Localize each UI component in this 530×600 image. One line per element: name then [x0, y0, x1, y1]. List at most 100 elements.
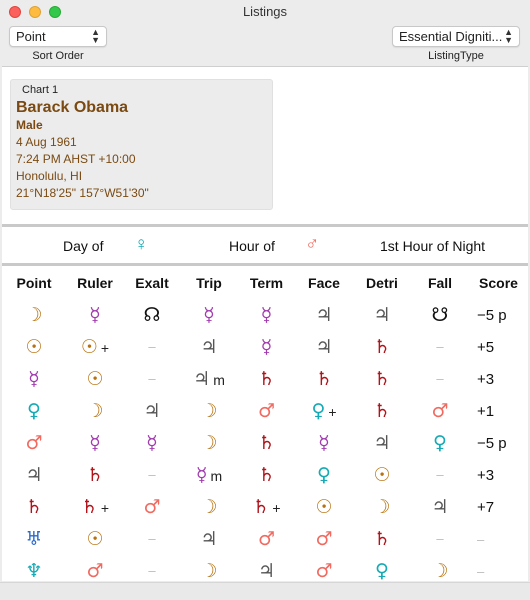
table-cell: ☿ — [180, 299, 238, 331]
table-cell: ♄ — [353, 331, 411, 363]
table-cell: – — [124, 555, 180, 581]
saturn-icon: ♄ — [257, 368, 276, 390]
moon-icon: ☽ — [200, 560, 218, 581]
score-value: +3 — [477, 370, 495, 388]
jupiter-icon: ♃ — [193, 368, 211, 390]
table-row[interactable]: ☽ ☿ ☊ ☿ ☿ ♃ ♃ ☋ −5 p — [2, 299, 528, 331]
table-cell: ♄ + — [66, 491, 124, 523]
venus-icon: ♀ — [27, 400, 41, 422]
table-row[interactable]: ♄ ♄ + ♂ ☽ ♄ + ☉ ☽ ♃ +7 — [2, 491, 528, 523]
jupiter-icon: ♃ — [315, 304, 333, 326]
table-cell: +3 — [469, 459, 528, 491]
window-title: Listings — [242, 4, 288, 19]
column-header[interactable]: Detri — [353, 266, 411, 299]
table-cell: ♄ — [238, 363, 295, 395]
mars-icon: ♂ — [25, 432, 43, 454]
table-cell: – — [124, 331, 180, 363]
table-cell: – — [124, 363, 180, 395]
day-hour-row: Day of ♀ Hour of ♂ 1st Hour of Night — [2, 227, 528, 265]
table-row[interactable]: ♆ ♂ – ☽ ♃ ♂ ♀ ☽ – — [2, 555, 528, 581]
mercury-icon: ☿ — [195, 464, 208, 486]
saturn-icon: ♄ — [257, 432, 276, 454]
table-cell: ♂ — [295, 523, 353, 555]
listing-type-caption: ListingType — [428, 50, 484, 62]
table-cell: ♀ — [295, 459, 353, 491]
moon-icon: ☽ — [200, 496, 218, 518]
column-header[interactable]: Ruler — [66, 266, 124, 299]
jupiter-icon: ♃ — [373, 432, 391, 454]
score-value: +1 — [477, 402, 495, 420]
table-cell: ♄ — [353, 363, 411, 395]
table-cell: ☉ — [353, 459, 411, 491]
table-row[interactable]: ♀ ☽ ♃ ☽ ♂ ♀ + ♄ ♂ +1 — [2, 395, 528, 427]
score-value: – — [477, 531, 485, 547]
empty-dash: – — [436, 531, 444, 546]
score-value: −5 p — [477, 306, 507, 324]
column-header[interactable]: Fall — [411, 266, 469, 299]
table-cell: ♂ — [2, 427, 66, 459]
table-cell: ☉ — [295, 491, 353, 523]
listing-type-value: Essential Digniti... — [399, 29, 503, 44]
mercury-icon: ☿ — [146, 432, 158, 454]
jupiter-icon: ♃ — [200, 528, 218, 550]
mars-icon: ♂ — [315, 560, 333, 581]
chevron-updown-icon: ▲ ▼ — [91, 27, 100, 45]
sun-icon: ☉ — [373, 464, 391, 486]
table-cell: ☉ — [66, 363, 124, 395]
table-cell: ☉ — [2, 331, 66, 363]
table-row[interactable]: ♂ ☿ ☿ ☽ ♄ ☿ ♃ ♀ −5 p — [2, 427, 528, 459]
table-cell: ♃ — [353, 427, 411, 459]
table-cell: +1 — [469, 395, 528, 427]
listings-window: Listings Point ▲ ▼ Sort Order Essential D… — [0, 0, 530, 600]
dignity-marker: m — [213, 372, 225, 388]
column-header[interactable]: Exalt — [124, 266, 180, 299]
empty-dash: – — [148, 531, 156, 546]
empty-dash: – — [148, 339, 156, 354]
table-cell: ☿ — [2, 363, 66, 395]
table-row[interactable]: ☉ ☉ + – ♃ ☿ ♃ ♄ – +5 — [2, 331, 528, 363]
table-cell: ☿ m — [180, 459, 238, 491]
table-cell: ☉ + — [66, 331, 124, 363]
table-cell: ☽ — [2, 299, 66, 331]
table-cell: ♂ — [295, 555, 353, 581]
empty-dash: – — [436, 467, 444, 482]
sun-icon: ☉ — [80, 336, 98, 358]
column-header[interactable]: Point — [2, 266, 66, 299]
table-cell: ☿ — [238, 331, 295, 363]
score-value: −5 p — [477, 434, 507, 452]
empty-dash: – — [436, 371, 444, 386]
table-row[interactable]: ♅ ☉ – ♃ ♂ ♂ ♄ – – — [2, 523, 528, 555]
table-cell: – — [411, 363, 469, 395]
mercury-icon: ☿ — [89, 304, 101, 326]
table-cell: ☋ — [411, 299, 469, 331]
jupiter-icon: ♃ — [143, 400, 161, 422]
score-value: +5 — [477, 338, 495, 356]
chart-info-card: Chart 1 Barack Obama Male 4 Aug 1961 7:2… — [10, 79, 273, 210]
empty-dash: – — [436, 339, 444, 354]
column-header[interactable]: Score — [469, 266, 528, 299]
listing-content[interactable]: Chart 1 Barack Obama Male 4 Aug 1961 7:2… — [2, 66, 528, 581]
column-header[interactable]: Term — [238, 266, 295, 299]
dignity-marker: + — [328, 404, 337, 420]
venus-icon: ♀ — [375, 560, 389, 581]
sort-order-popup[interactable]: Point ▲ ▼ — [9, 26, 107, 47]
table-row[interactable]: ☿ ☉ – ♃ m ♄ ♄ ♄ – +3 — [2, 363, 528, 395]
dignity-marker: + — [100, 340, 110, 356]
table-cell: ♃ — [411, 491, 469, 523]
table-cell: ♂ — [238, 395, 295, 427]
table-row[interactable]: ♃ ♄ – ☿ m ♄ ♀ ☉ – +3 — [2, 459, 528, 491]
table-header-row: Point Ruler Exalt Trip Term Face Detri F… — [2, 266, 528, 299]
listing-type-popup[interactable]: Essential Digniti... ▲ ▼ — [392, 26, 520, 47]
empty-dash: – — [148, 371, 156, 386]
table-cell: ♄ — [66, 459, 124, 491]
table-cell: ♀ — [353, 555, 411, 581]
table-cell: +3 — [469, 363, 528, 395]
birth-place: Honolulu, HI — [16, 169, 83, 183]
neptune-icon: ♆ — [25, 560, 43, 581]
column-header[interactable]: Trip — [180, 266, 238, 299]
column-header[interactable]: Face — [295, 266, 353, 299]
table-cell: ♄ — [295, 363, 353, 395]
mars-icon: ♂ — [86, 560, 104, 581]
saturn-icon: ♄ — [373, 336, 391, 358]
table-cell: ♃ — [353, 299, 411, 331]
